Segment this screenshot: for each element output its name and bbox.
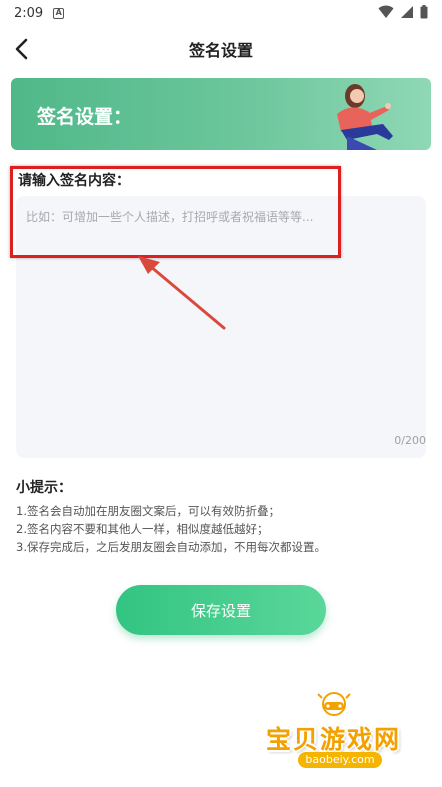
site-watermark: 宝贝游戏网 baobeiy.com bbox=[262, 690, 422, 782]
page-title: 签名设置 bbox=[188, 41, 253, 60]
watermark-domain: baobeiy.com bbox=[298, 752, 382, 768]
gamepad-mascot-icon bbox=[317, 692, 351, 716]
char-counter: 0/200 bbox=[394, 434, 426, 447]
signature-banner: 签名设置： bbox=[11, 78, 431, 150]
signal-icon bbox=[401, 6, 413, 18]
watermark-text: 宝贝游戏网 bbox=[266, 725, 402, 754]
app-header: 签名设置 bbox=[0, 26, 442, 72]
battery-icon bbox=[420, 5, 428, 19]
screen: 2:09 A 签名设置 签名设置： 请输入签名内容： 比如：可增加一些个人描述，… bbox=[0, 0, 442, 787]
tip-item: 3.保存完成后，之后发朋友圈会自动添加，不用每次都设置。 bbox=[16, 540, 326, 554]
status-bar: 2:09 A bbox=[0, 0, 442, 26]
tips-list: 1.签名会自动加在朋友圈文案后，可以有效防折叠； 2.签名内容不要和其他人一样，… bbox=[16, 502, 326, 556]
status-time: 2:09 bbox=[14, 5, 44, 21]
signature-input-label: 请输入签名内容： bbox=[18, 173, 130, 189]
tips-title: 小提示： bbox=[16, 480, 72, 496]
tip-item: 1.签名会自动加在朋友圈文案后，可以有效防折叠； bbox=[16, 504, 280, 518]
status-icons bbox=[378, 5, 428, 19]
sitting-woman-illustration bbox=[337, 84, 393, 150]
tip-item: 2.签名内容不要和其他人一样，相似度越低越好； bbox=[16, 522, 269, 536]
notification-app-icon: A bbox=[53, 7, 65, 19]
signature-input[interactable] bbox=[16, 196, 426, 458]
save-settings-button[interactable]: 保存设置 bbox=[116, 585, 326, 635]
wifi-icon bbox=[378, 5, 394, 18]
banner-title: 签名设置： bbox=[37, 106, 133, 128]
